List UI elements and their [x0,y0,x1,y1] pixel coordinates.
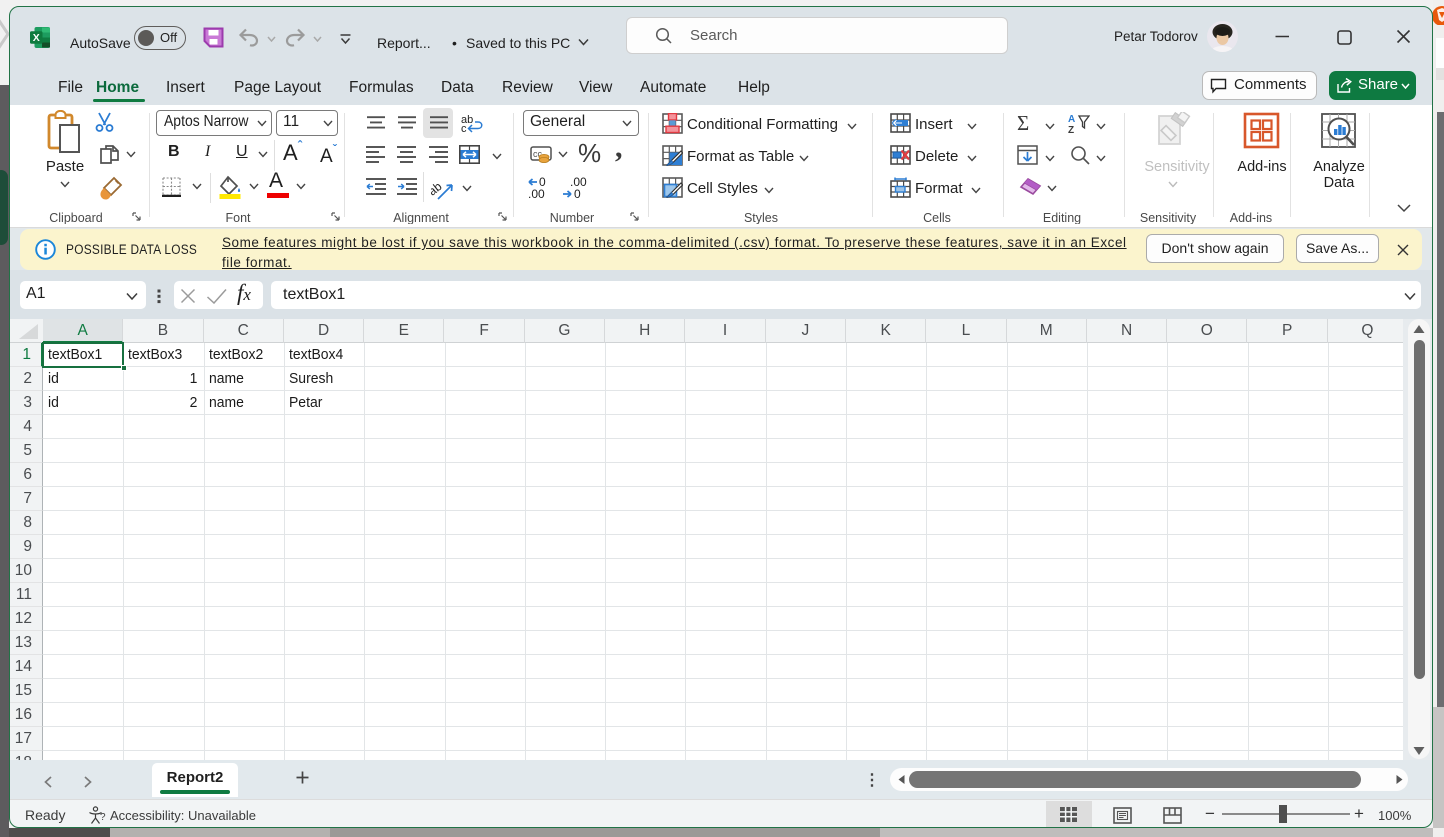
svg-text:.00: .00 [528,187,545,200]
svg-text:ab: ab [431,179,445,198]
svg-text:c: c [461,123,467,133]
svg-text:A: A [1068,114,1075,125]
svg-text:?: ? [100,812,106,823]
svg-text:Z: Z [1068,125,1074,134]
svg-text:0: 0 [574,187,581,200]
svg-text:X: X [33,32,40,44]
